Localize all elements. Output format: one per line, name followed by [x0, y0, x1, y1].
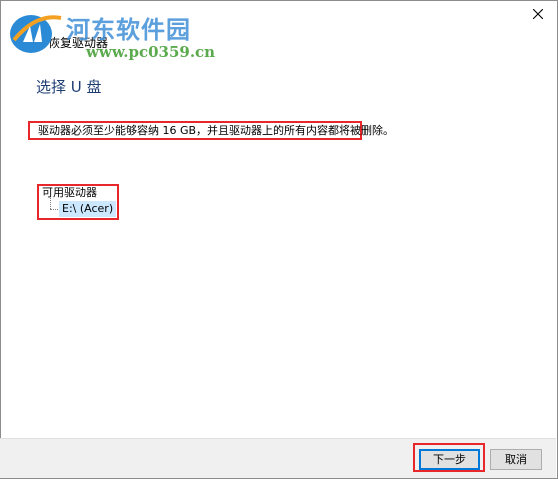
tree-connector [50, 209, 58, 210]
close-icon [533, 9, 543, 19]
watermark-url: www.pc0359.cn [86, 43, 216, 61]
capacity-warning: 驱动器必须至少能够容纳 16 GB，并且驱动器上的所有内容都将被删除。 [28, 121, 394, 140]
next-button[interactable]: 下一步 [419, 449, 480, 470]
watermark-site-name: 河东软件园 [66, 15, 191, 44]
recovery-drive-window [0, 0, 558, 479]
page-title: 选择 U 盘 [36, 78, 102, 96]
watermark-logo-icon [10, 15, 62, 53]
drive-item-e[interactable]: E:\ (Acer) [59, 201, 117, 217]
capacity-warning-text: 驱动器必须至少能够容纳 16 GB，并且驱动器上的所有内容都将被删除。 [38, 124, 395, 137]
tree-connector [50, 198, 51, 209]
cancel-button[interactable]: 取消 [490, 449, 542, 470]
close-button[interactable] [525, 3, 551, 25]
